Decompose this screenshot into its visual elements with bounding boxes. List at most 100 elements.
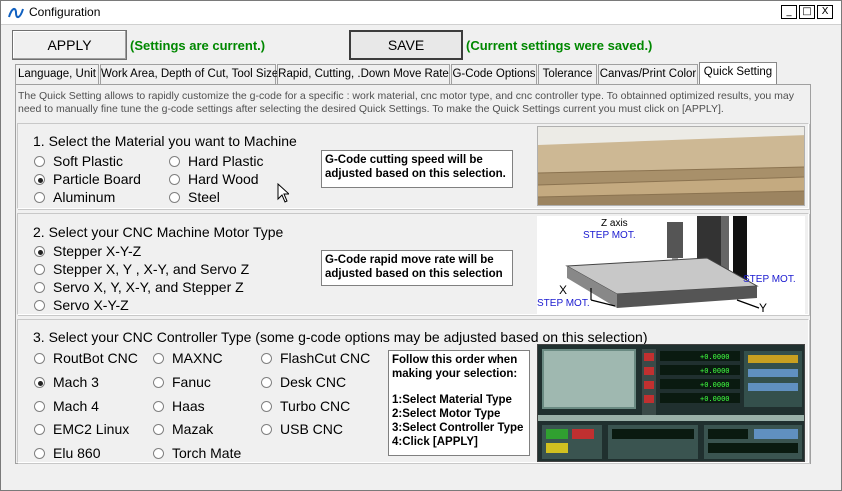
radio-aluminum[interactable]: Aluminum [34,188,115,206]
radio-desk-cnc[interactable]: Desk CNC [261,373,346,391]
radio-label: Particle Board [53,171,141,187]
radio-emc2-linux[interactable]: EMC2 Linux [34,420,129,438]
radio-label: Stepper X-Y-Z [53,243,142,259]
radio-dot[interactable] [153,424,164,435]
maximize-button[interactable]: □ [799,5,815,19]
title-bar[interactable]: Configuration _ □ X [1,1,841,25]
radio-dot[interactable] [261,401,272,412]
radio-dot[interactable] [153,377,164,388]
radio-hard-plastic[interactable]: Hard Plastic [169,152,263,170]
radio-mach-4[interactable]: Mach 4 [34,397,99,415]
radio-dot-selected[interactable] [34,377,45,388]
app-logo-icon [8,7,24,19]
radio-maxnc[interactable]: MAXNC [153,349,223,367]
controller-section-title: 3. Select your CNC Controller Type (some… [33,329,648,345]
z-axis-label: Z axis [601,218,628,229]
radio-hard-wood[interactable]: Hard Wood [169,170,259,188]
material-section: 1. Select the Material you want to Machi… [17,123,809,209]
radio-label: RoutBot CNC [53,350,138,366]
radio-dot[interactable] [169,156,180,167]
apply-status-text: (Settings are current.) [130,38,266,53]
radio-soft-plastic[interactable]: Soft Plastic [34,152,123,170]
radio-turbo-cnc[interactable]: Turbo CNC [261,397,350,415]
instructions-step-1: 1:Select Material Type [392,394,512,406]
material-section-title: 1. Select the Material you want to Machi… [33,133,297,149]
radio-label: Haas [172,398,205,414]
instructions-step-4: 4:Click [APPLY] [392,436,478,448]
motor-info-box: G-Code rapid move rate will be adjusted … [321,250,513,286]
dro-a-value: +0.0000 [700,395,730,403]
radio-steel[interactable]: Steel [169,188,220,206]
radio-dot[interactable] [34,264,45,275]
radio-label: MAXNC [172,350,223,366]
radio-dot[interactable] [169,192,180,203]
radio-label: Servo X-Y-Z [53,297,129,313]
motor-section: 2. Select your CNC Machine Motor Type St… [17,213,809,315]
tab-gcode-options[interactable]: G-Code Options [451,64,537,84]
radio-label: Servo X, Y, X-Y, and Stepper Z [53,279,244,295]
radio-servo-xyz[interactable]: Servo X-Y-Z [34,296,129,314]
cnc-machine-drawing: Z axis STEP MOT. STEP MOT. STEP MOT. X Y [537,216,805,314]
save-button[interactable]: SAVE [349,30,463,60]
radio-mazak[interactable]: Mazak [153,420,213,438]
tab-quick-setting[interactable]: Quick Setting [699,62,777,84]
radio-torch-mate[interactable]: Torch Mate [153,444,241,462]
close-button[interactable]: X [817,5,833,19]
cnc-axis-diagram: Z axis STEP MOT. STEP MOT. STEP MOT. X Y [537,216,805,314]
radio-dot[interactable] [261,424,272,435]
dro-y-value: +0.0000 [700,367,730,375]
apply-button[interactable]: APPLY [12,30,127,60]
tab-language-unit[interactable]: Language, Unit [15,64,99,84]
radio-dot[interactable] [261,353,272,364]
instructions-step-3: 3:Select Controller Type [392,422,524,434]
radio-dot[interactable] [261,377,272,388]
tab-work-area[interactable]: Work Area, Depth of Cut, Tool Size [100,64,278,84]
minimize-button[interactable]: _ [781,5,797,19]
radio-dot[interactable] [34,424,45,435]
save-status-text: (Current settings were saved.) [466,38,653,53]
radio-dot[interactable] [34,192,45,203]
radio-dot[interactable] [34,401,45,412]
radio-mach-3[interactable]: Mach 3 [34,373,99,391]
radio-stepper-xy-servo-z[interactable]: Stepper X, Y , X-Y, and Servo Z [34,260,249,278]
radio-dot[interactable] [34,353,45,364]
radio-dot[interactable] [169,174,180,185]
radio-stepper-xyz[interactable]: Stepper X-Y-Z [34,242,141,260]
radio-elu-860[interactable]: Elu 860 [34,444,100,462]
radio-servo-xy-stepper-z[interactable]: Servo X, Y, X-Y, and Stepper Z [34,278,244,296]
configuration-window: Configuration _ □ X APPLY (Settings are … [0,0,842,491]
tab-rapid-cutting[interactable]: Rapid, Cutting, .Down Move Rate [277,64,450,84]
radio-dot-selected[interactable] [34,246,45,257]
radio-dot[interactable] [153,448,164,459]
radio-fanuc[interactable]: Fanuc [153,373,211,391]
radio-label: Turbo CNC [280,398,351,414]
radio-label: Steel [188,189,220,205]
radio-dot[interactable] [153,353,164,364]
radio-particle-board[interactable]: Particle Board [34,170,141,188]
tab-canvas-print-color[interactable]: Canvas/Print Color [598,64,698,84]
radio-label: EMC2 Linux [53,421,130,437]
radio-dot[interactable] [34,156,45,167]
radio-label: Desk CNC [280,374,347,390]
radio-dot[interactable] [34,282,45,293]
radio-dot[interactable] [34,448,45,459]
mouse-cursor-icon [277,183,289,203]
quick-setting-panel: The Quick Setting allows to rapidly cust… [15,84,811,464]
radio-dot[interactable] [153,401,164,412]
radio-usb-cnc[interactable]: USB CNC [261,420,343,438]
step-mot-x-label: STEP MOT. [537,298,590,309]
radio-dot-selected[interactable] [34,174,45,185]
radio-label: Stepper X, Y , X-Y, and Servo Z [53,261,250,277]
radio-label: USB CNC [280,421,344,437]
radio-dot[interactable] [34,300,45,311]
radio-flashcut-cnc[interactable]: FlashCut CNC [261,349,370,367]
tab-tolerance[interactable]: Tolerance [538,64,597,84]
step-mot-y-label: STEP MOT. [743,274,796,285]
motor-section-title: 2. Select your CNC Machine Motor Type [33,224,284,240]
radio-routbot-cnc[interactable]: RoutBot CNC [34,349,138,367]
radio-haas[interactable]: Haas [153,397,205,415]
x-axis-label: X [559,283,567,297]
instructions-box: Follow this order when making your selec… [388,350,530,456]
window-title: Configuration [29,5,101,19]
